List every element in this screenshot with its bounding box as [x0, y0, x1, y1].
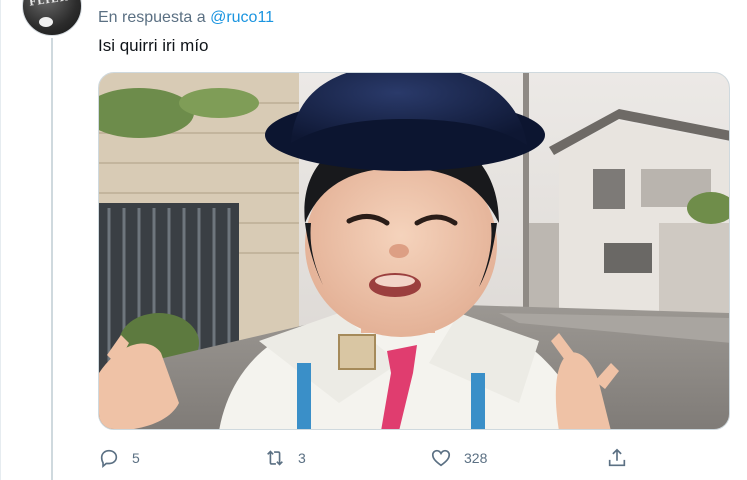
- reply-icon: [100, 449, 118, 469]
- reply-prefix: En respuesta a: [98, 9, 206, 26]
- retweet-count: 3: [298, 450, 306, 466]
- tweet-image[interactable]: [98, 72, 730, 430]
- share-button[interactable]: [606, 444, 628, 472]
- avatar-graphic: [39, 17, 53, 27]
- thread-line: [51, 38, 53, 480]
- avatar-text: FLIER: [28, 0, 70, 9]
- photo-child-in-hat: [99, 73, 729, 429]
- like-icon: [431, 449, 451, 467]
- tweet-text: Isi quirri iri mío: [98, 36, 209, 55]
- retweet-button[interactable]: 3: [264, 444, 306, 472]
- avatar[interactable]: FLIER: [22, 0, 82, 36]
- reply-handle-link[interactable]: @ruco11: [210, 9, 274, 26]
- tweet: FLIER En respuesta a @ruco11 Isi quirri …: [0, 0, 747, 480]
- like-count: 328: [464, 450, 488, 466]
- reply-button[interactable]: 5: [98, 444, 140, 472]
- reply-context: En respuesta a @ruco11: [98, 9, 274, 27]
- share-icon: [608, 448, 626, 467]
- retweet-icon: [267, 450, 283, 466]
- like-button[interactable]: 328: [430, 444, 487, 472]
- tweet-actions: 5 3 328: [98, 444, 638, 472]
- timeline-border: [0, 0, 1, 480]
- reply-count: 5: [132, 450, 140, 466]
